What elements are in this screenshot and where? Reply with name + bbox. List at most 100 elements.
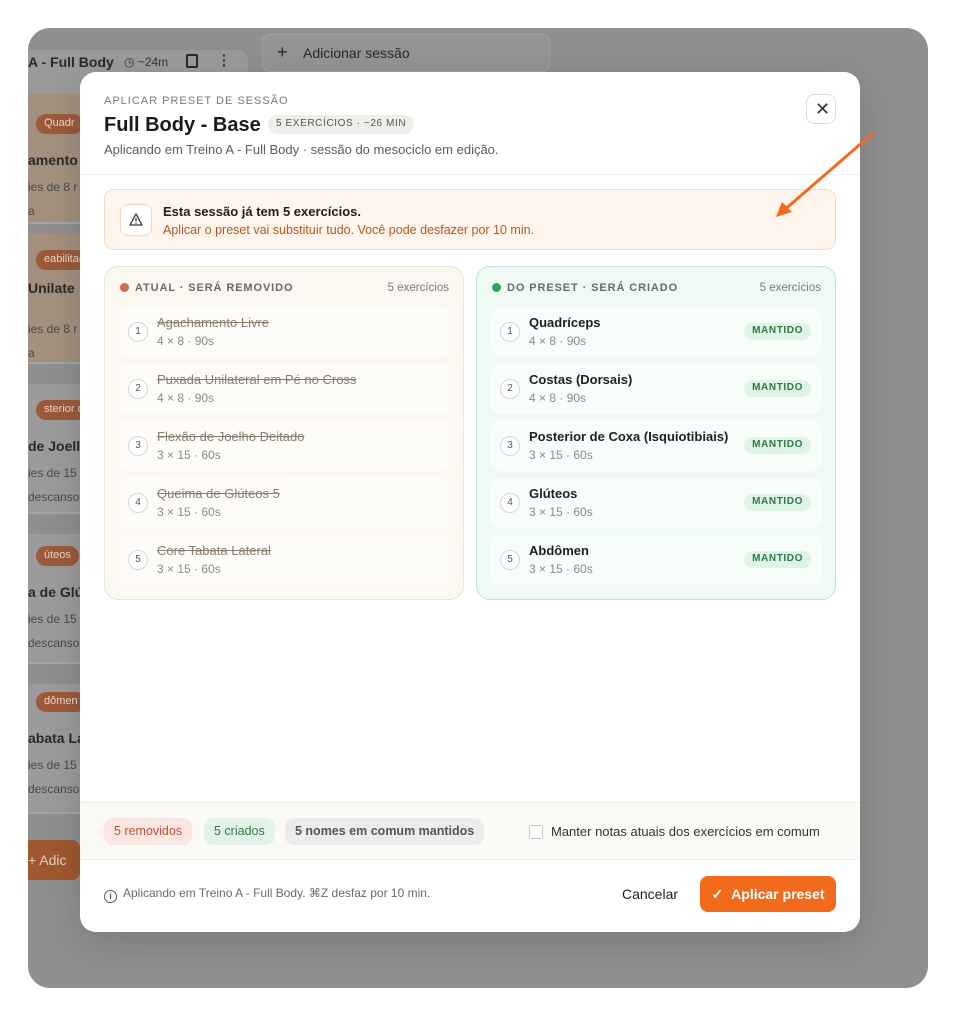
exercise-rest: a [28,346,35,360]
list-item: 1 Quadríceps 4 × 8 · 90s MANTIDO [491,307,821,357]
current-panel-header: ATUAL · SERÁ REMOVIDO [120,282,293,294]
keep-notes-label[interactable]: Manter notas atuais dos exercícios em co… [551,824,820,839]
exercise-sets: ies de 15 [28,466,77,480]
exercise-name: a de Glút [28,584,88,600]
footer-info-text: Aplicando em Treino A - Full Body. ⌘Z de… [123,886,431,900]
item-number: 2 [128,379,148,399]
exercise-spec: 4 × 8 · 90s [529,391,587,405]
annotation-arrow-icon [776,132,874,217]
preset-count: 5 exercícios [759,282,821,294]
removed-count-pill: 5 removidos [104,818,193,845]
list-item: 5 Abdômen 3 × 15 · 60s MANTIDO [491,535,821,585]
item-number: 1 [500,322,520,342]
exercise-name: de Joell [28,438,81,454]
alert-text: Aplicar o preset vai substituir tudo. Vo… [163,223,535,237]
current-exercises-panel: ATUAL · SERÁ REMOVIDO 5 exercícios 1 Aga… [104,266,464,600]
warning-icon [120,204,152,236]
item-number: 1 [128,322,148,342]
item-number: 5 [128,550,148,570]
exercise-sets: ies de 15 [28,612,77,626]
list-item: 2 Costas (Dorsais) 4 × 8 · 90s MANTIDO [491,364,821,414]
exercise-name: Core Tabata Lateral [157,543,271,558]
exercise-rest: descanso [28,782,80,796]
exercise-name: Agachamento Livre [157,315,270,330]
list-item: 4 Glúteos 3 × 15 · 60s MANTIDO [491,478,821,528]
modal-kicker: APLICAR PRESET DE SESSÃO [104,95,289,107]
muscle-chip: dômen [36,692,86,712]
exercise-card[interactable]: eabilitaç Unilate ies de 8 r a [28,234,93,364]
more-vertical-icon[interactable]: · · · [222,48,227,72]
add-exercise-button[interactable]: + Adic [28,840,80,880]
exercise-name: Quadríceps [529,315,601,330]
exercise-name: Posterior de Coxa (Isquiotibiais) [529,429,729,444]
created-dot-icon [492,283,501,292]
info-icon: i [104,890,117,903]
muscle-chip: Quadr [36,114,83,134]
item-number: 3 [500,436,520,456]
apply-preset-modal: APLICAR PRESET DE SESSÃO Full Body - Bas… [80,72,860,932]
current-count: 5 exercícios [387,282,449,294]
created-count-pill: 5 criados [204,818,275,845]
cancel-button[interactable]: Cancelar [610,878,690,910]
change-summary-bar: 5 removidos 5 criados 5 nomes em comum m… [80,802,860,860]
exercise-sets: ies de 15 [28,758,77,772]
keep-notes-checkbox[interactable] [529,825,543,839]
exercise-name: Unilate [28,280,75,296]
item-number: 3 [128,436,148,456]
exercise-spec: 4 × 8 · 90s [157,334,215,348]
list-item: 2 Puxada Unilateral em Pé no Cross 4 × 8… [119,364,449,414]
kept-badge: MANTIDO [744,551,811,568]
session-title: A - Full Body [28,54,114,70]
item-number: 4 [128,493,148,513]
kept-badge: MANTIDO [744,437,811,454]
apply-preset-label: Aplicar preset [731,885,825,902]
add-session-label: Adicionar sessão [303,45,410,61]
close-button[interactable]: ✕ [806,94,836,124]
list-item: 3 Posterior de Coxa (Isquiotibiais) 3 × … [491,421,821,471]
exercise-name: Puxada Unilateral em Pé no Cross [157,372,357,387]
exercise-card[interactable]: sterior de de Joell ies de 15 descanso [28,384,98,514]
preset-exercises-panel: DO PRESET · SERÁ CRIADO 5 exercícios 1 Q… [476,266,836,600]
exercise-card[interactable]: dômen abata La ies de 15 descanso [28,684,86,814]
list-item: 4 Queima de Glúteos 5 3 × 15 · 60s [119,478,449,528]
plus-icon: + [277,42,288,62]
exercise-name: Costas (Dorsais) [529,372,633,387]
replace-warning-alert: Esta sessão já tem 5 exercícios. Aplicar… [104,189,836,250]
preset-panel-header: DO PRESET · SERÁ CRIADO [492,282,678,294]
exercise-spec: 3 × 15 · 60s [529,448,593,462]
apply-preset-button[interactable]: ✓ Aplicar preset [700,876,836,912]
exercise-card[interactable]: úteos a de Glút ies de 15 descanso [28,534,88,664]
exercise-rest: a [28,204,35,218]
exercise-rest: descanso [28,636,80,650]
item-number: 2 [500,379,520,399]
preset-summary-badge: 5 EXERCÍCIOS · ~26 MIN [268,115,415,134]
close-icon: ✕ [815,99,831,119]
item-number: 5 [500,550,520,570]
session-duration: ◷ ~24m [124,55,169,69]
kept-badge: MANTIDO [744,494,811,511]
list-item: 5 Core Tabata Lateral 3 × 15 · 60s [119,535,449,585]
exercise-spec: 3 × 15 · 60s [157,505,221,519]
exercise-card[interactable]: Quadr amento L ies de 8 r a [28,94,90,224]
exercise-sets: ies de 8 r [28,322,78,336]
add-session-button[interactable]: + Adicionar sessão [262,34,550,72]
kept-badge: MANTIDO [744,323,811,340]
exercise-rest: descanso [28,490,80,504]
item-number: 4 [500,493,520,513]
exercise-name: abata La [28,730,85,746]
list-item: 3 Flexão de Joelho Deitado 3 × 15 · 60s [119,421,449,471]
kept-badge: MANTIDO [744,380,811,397]
exercise-spec: 3 × 15 · 60s [157,562,221,576]
exercise-name: Abdômen [529,543,589,558]
exercise-name: Queima de Glúteos 5 [157,486,280,501]
notes-icon[interactable] [186,54,198,68]
alert-title: Esta sessão já tem 5 exercícios. [163,204,362,219]
exercise-spec: 4 × 8 · 90s [529,334,587,348]
exercise-spec: 3 × 15 · 60s [529,505,593,519]
muscle-chip: úteos [36,546,79,566]
removed-dot-icon [120,283,129,292]
exercise-name: Flexão de Joelho Deitado [157,429,305,444]
footer-info: i Aplicando em Treino A - Full Body. ⌘Z d… [104,886,430,903]
check-icon: ✓ [711,885,724,902]
exercise-spec: 4 × 8 · 90s [157,391,215,405]
